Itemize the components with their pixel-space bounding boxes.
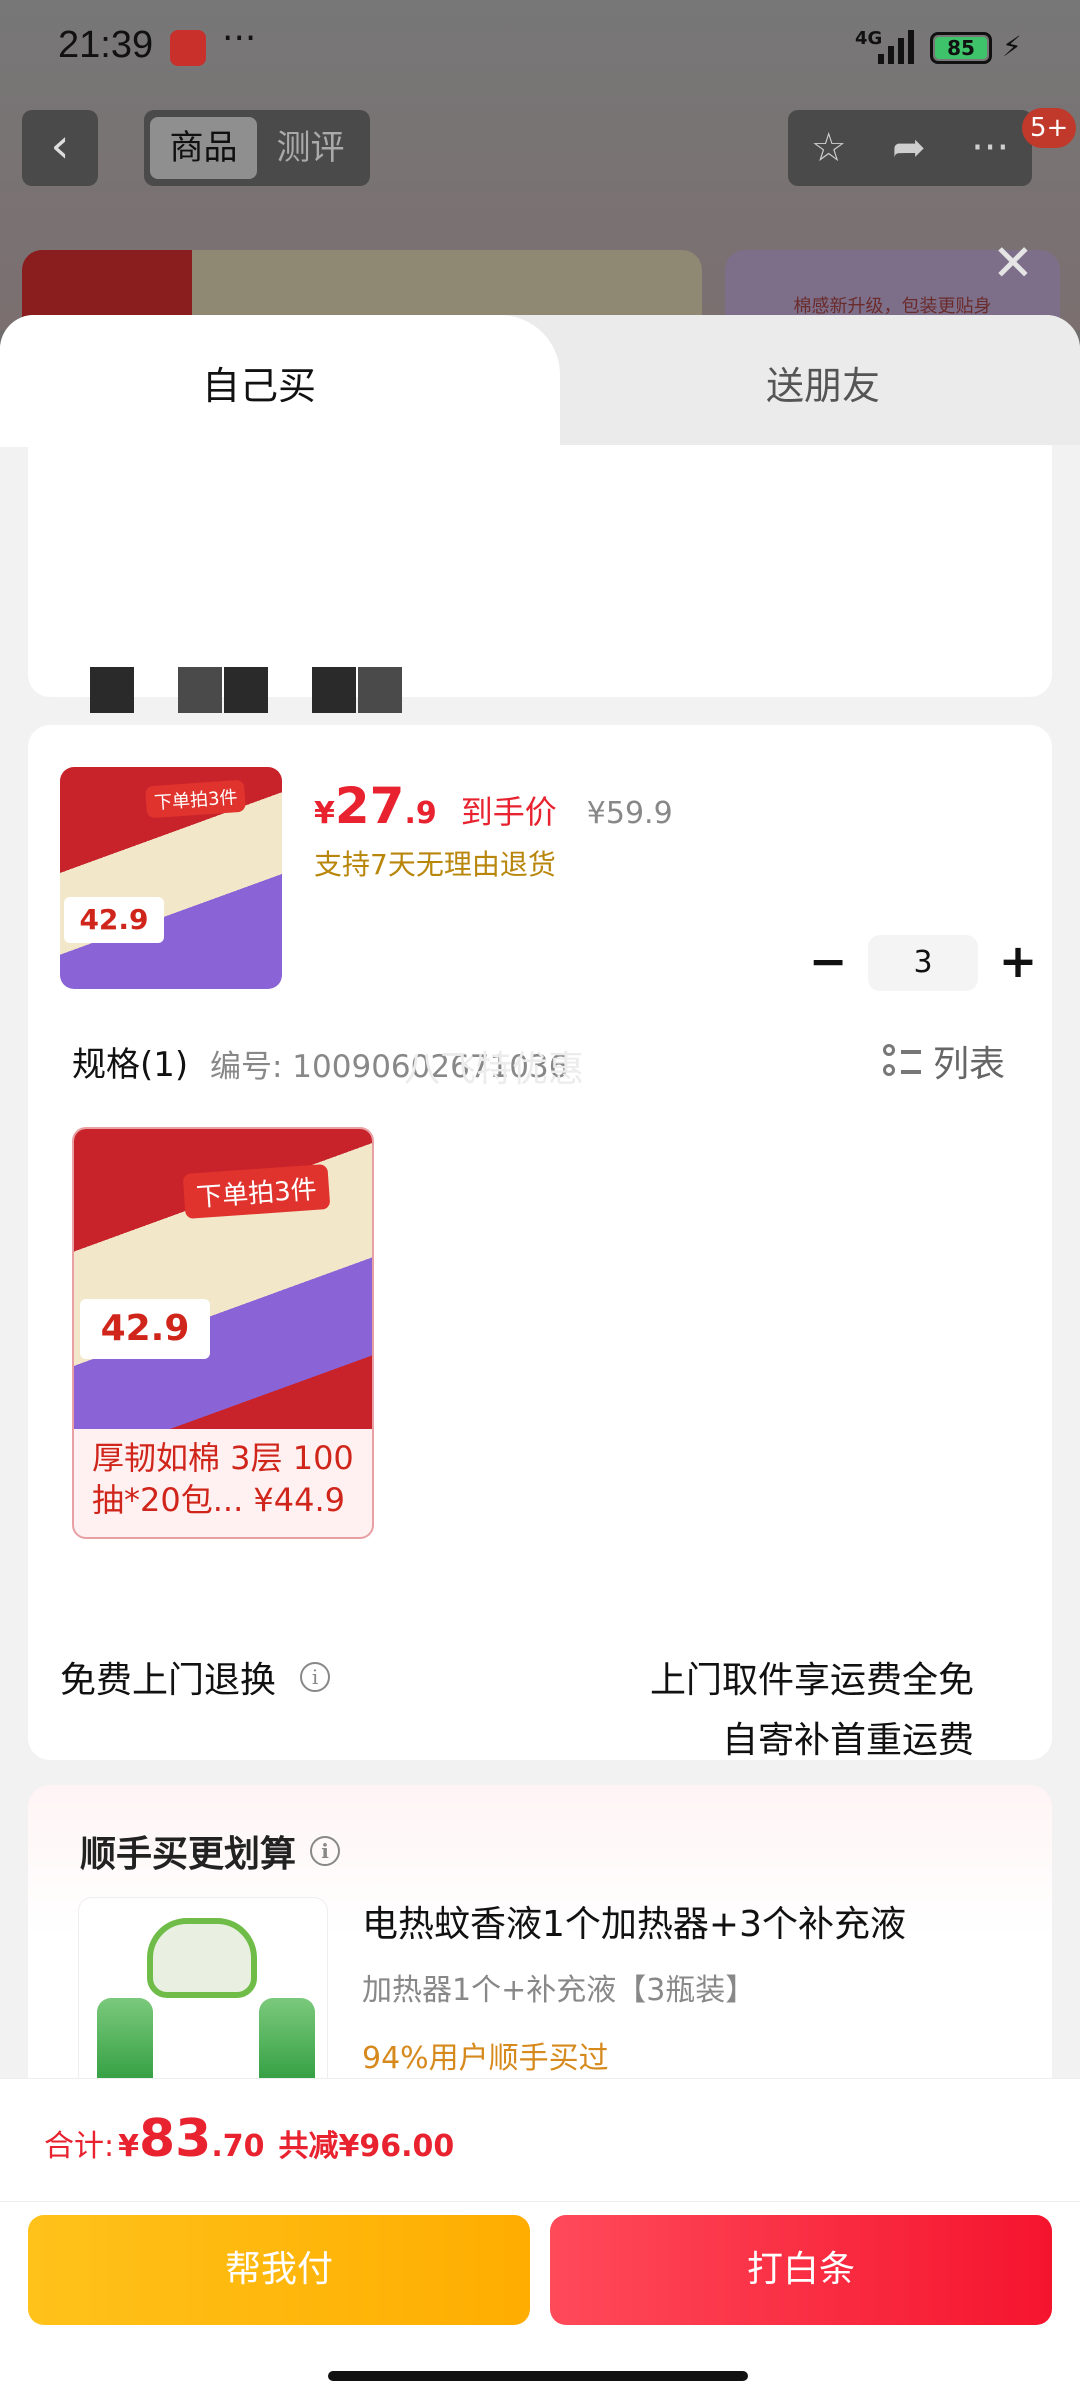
thumb-price: 42.9 <box>64 897 164 943</box>
redacted-text <box>312 667 356 713</box>
total-decimal: .70 <box>211 2129 265 2164</box>
battery-icon: 85 <box>930 32 992 64</box>
free-return-text: 免费上门退换 <box>60 1660 277 1701</box>
tab-gift-to-friend[interactable]: 送朋友 <box>766 355 880 410</box>
increase-quantity-button[interactable]: + <box>988 935 1048 991</box>
list-icon <box>883 1042 921 1080</box>
back-button[interactable]: ‹ <box>22 110 98 186</box>
decrease-quantity-button[interactable]: − <box>798 935 858 991</box>
quantity-value[interactable]: 3 <box>868 935 978 991</box>
return-policy-note: 支持7天无理由退货 <box>314 848 556 881</box>
sheet-tabs: 自己买 送朋友 <box>0 315 1080 447</box>
more-icon[interactable]: ··· <box>971 125 1009 171</box>
total-row: 合计: ¥ 83 .70 共减¥96.00 <box>44 2109 454 2169</box>
favorite-star-icon[interactable]: ☆ <box>811 125 847 171</box>
app-notification-icon <box>170 30 206 66</box>
nav-actions: ☆ ➦ ··· <box>788 110 1032 186</box>
divider <box>0 2201 1080 2202</box>
upsell-product-spec: 加热器1个+补充液【3瓶装】 <box>362 1973 756 2008</box>
help-me-pay-button[interactable]: 帮我付 <box>28 2215 530 2325</box>
credit-pay-button[interactable]: 打白条 <box>550 2215 1052 2325</box>
original-price: ¥59.9 <box>586 796 673 831</box>
signal-icon <box>878 30 918 64</box>
total-symbol: ¥ <box>118 2129 139 2164</box>
price-symbol: ¥ <box>314 796 335 831</box>
spec-title: 规格(1) <box>72 1045 189 1085</box>
product-card: 下单拍3件 42.9 ¥ 27 .9 到手价 ¥59.9 支持7天无理由退货 −… <box>28 725 1052 1761</box>
upsell-title: 顺手买更划算 i <box>80 1825 341 1877</box>
redacted-text <box>224 667 268 713</box>
redacted-text <box>358 667 402 713</box>
price-decimal: .9 <box>404 796 437 831</box>
price-row: ¥ 27 .9 到手价 ¥59.9 <box>314 777 673 835</box>
home-indicator[interactable] <box>328 2371 748 2381</box>
total-label: 合计: <box>44 2129 115 2164</box>
notification-badge: 5+ <box>1022 108 1077 148</box>
price-integer: 27 <box>334 777 405 835</box>
address-card[interactable] <box>28 445 1052 713</box>
free-return-label: 免费上门退换 i <box>60 1651 331 1703</box>
info-icon[interactable]: i <box>310 1836 341 1866</box>
tab-buy-for-self-label: 自己买 <box>202 364 317 408</box>
product-thumbnail: 下单拍3件 42.9 <box>60 767 282 989</box>
upsell-title-text: 顺手买更划算 <box>80 1834 297 1875</box>
status-more-icon: ··· <box>222 18 257 59</box>
spec-option-image: 下单拍3件 42.9 <box>74 1129 372 1429</box>
upsell-purchase-stat: 94%用户顺手买过 <box>362 2041 609 2076</box>
spec-option[interactable]: 下单拍3件 42.9 厚韧如棉 3层 100抽*20包... ¥44.9 <box>72 1127 374 1539</box>
nav-tabs: 商品 测评 <box>144 110 370 186</box>
quantity-stepper: − 3 + <box>798 935 1048 991</box>
tab-buy-for-self[interactable]: 自己买 <box>0 315 560 447</box>
share-icon[interactable]: ➦ <box>892 125 926 171</box>
close-icon[interactable]: ✕ <box>992 234 1034 292</box>
redacted-text <box>178 667 222 713</box>
charging-icon: ⚡ <box>1002 30 1022 63</box>
upsell-product-name[interactable]: 电热蚊香液1个加热器+3个补充液 <box>362 1895 906 1947</box>
spec-option-name: 厚韧如棉 3层 100抽*20包... ¥44.9 <box>74 1429 372 1529</box>
list-view-toggle[interactable]: 列表 <box>883 1035 1005 1087</box>
refill-bottle <box>97 1998 153 2088</box>
watermark-text: 八飞特优惠 <box>404 1049 585 1090</box>
thumb-promo-label: 下单拍3件 <box>145 779 247 819</box>
redacted-text <box>90 667 134 713</box>
info-icon[interactable]: i <box>300 1662 331 1692</box>
total-integer: 83 <box>138 2109 212 2169</box>
total-saving: 共减¥96.00 <box>278 2129 455 2164</box>
status-time: 21:39 <box>58 24 154 66</box>
checkout-bar: 合计: ¥ 83 .70 共减¥96.00 帮我付 打白条 <box>0 2078 1080 2400</box>
refill-bottle <box>259 1998 315 2088</box>
tab-product[interactable]: 商品 <box>150 117 257 179</box>
battery-level: 85 <box>935 37 987 59</box>
pickup-fee-note: 上门取件享运费全免 <box>649 1660 974 1701</box>
heater-device <box>147 1918 257 1998</box>
tab-review[interactable]: 测评 <box>257 117 364 179</box>
spec-image-price: 42.9 <box>80 1299 210 1359</box>
status-bar: 21:39 ··· 4G 85 ⚡ <box>0 0 1080 96</box>
spec-promo-label: 下单拍3件 <box>182 1164 330 1219</box>
spec-option-price: ¥44.9 <box>253 1481 346 1519</box>
list-toggle-label: 列表 <box>933 1044 1006 1085</box>
self-ship-fee-note: 自寄补首重运费 <box>721 1720 974 1761</box>
final-price-label: 到手价 <box>460 793 557 831</box>
